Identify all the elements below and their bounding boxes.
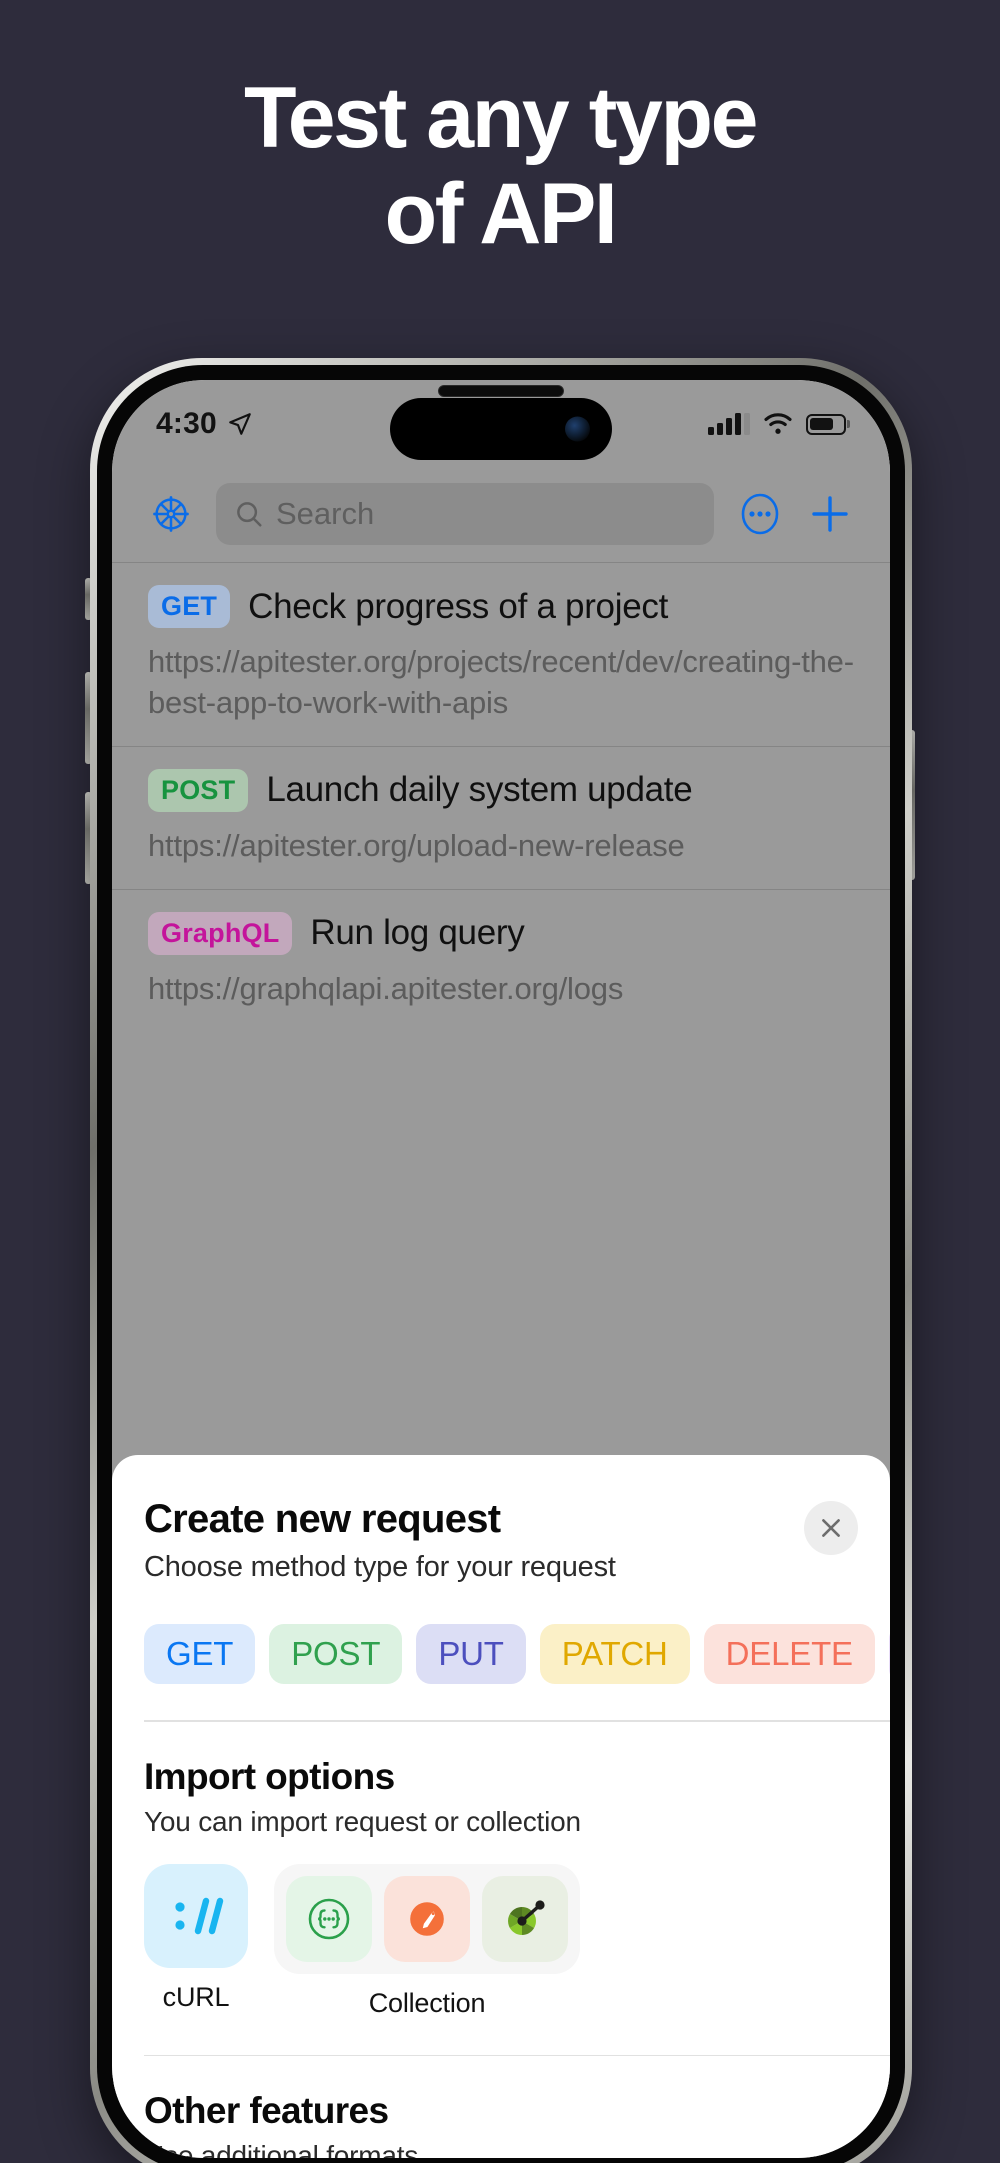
curl-slashes-icon [175,1897,224,1934]
request-url: https://apitester.org/upload-new-release [148,827,685,863]
import-option-label: cURL [162,1981,230,2012]
search-input[interactable]: Search [216,483,714,545]
import-section-title: Import options [144,1755,395,1797]
page-title: Test any type of API [0,70,1000,263]
method-badge: POST [148,768,249,812]
import-section-subtitle: You can import request or collection [144,1805,581,1837]
swagger-icon [508,1899,545,1935]
earpiece-speaker [438,385,564,397]
app-toolbar: Search [112,466,890,562]
method-chip-get[interactable]: GET [144,1624,256,1684]
gear-icon[interactable] [148,491,194,537]
request-title: Launch daily system update [266,770,693,810]
import-option-curl[interactable]: cURL [144,1863,248,2013]
request-title: Run log query [310,913,525,953]
cellular-bars-icon [708,413,750,435]
battery-icon [806,413,846,435]
close-button[interactable] [804,1501,858,1555]
front-camera [565,416,590,442]
list-item[interactable]: GraphQL Run log query https://graphqlapi… [112,888,890,1032]
headline-line-2: of API [384,166,618,263]
method-badge: GraphQL [148,911,293,955]
list-item[interactable]: POST Launch daily system update https://… [112,745,890,889]
method-chip-delete[interactable]: DELETE [703,1624,875,1684]
sheet-subtitle: Choose method type for your request [144,1551,616,1583]
import-options-row: cURL Collection [144,1863,858,2019]
method-badge: GET [148,585,231,628]
phone-bezel: 4:30 Search GET Check progress of a proj… [97,365,905,2163]
wifi-icon [764,413,792,434]
request-url: https://apitester.org/projects/recent/de… [148,644,854,720]
method-chip-put[interactable]: PUT [416,1624,526,1684]
request-url: https://graphqlapi.apitester.org/logs [148,970,624,1006]
other-section-title: Other features [144,2090,389,2131]
method-chip-post[interactable]: POST [269,1624,403,1684]
request-list: GET Check progress of a project https://… [112,562,890,1032]
create-request-sheet: Create new request Choose method type fo… [112,1455,890,2158]
request-title: Check progress of a project [248,586,668,626]
import-option-label: Collection [368,1987,486,2018]
search-placeholder: Search [276,496,375,531]
close-icon [822,1519,840,1537]
collection-option-postman[interactable] [384,1875,470,1962]
status-bar-time: 4:30 [156,407,217,440]
headline-line-1: Test any type [243,70,758,166]
more-circle-icon[interactable] [736,490,784,538]
collection-option-swagger[interactable] [482,1875,568,1962]
search-icon [237,502,262,527]
other-section-subtitle: Use additional formats [144,2140,419,2158]
collection-option-insomnia[interactable] [286,1875,372,1962]
dynamic-island [390,385,612,460]
insomnia-icon [308,1898,350,1939]
method-chip-head[interactable]: HEAD [888,1624,890,1684]
postman-icon [407,1899,447,1938]
location-arrow-icon [229,413,251,435]
list-item[interactable]: GET Check progress of a project https://… [112,562,890,746]
phone-frame: 4:30 Search GET Check progress of a proj… [90,358,912,2163]
sheet-title: Create new request [144,1497,501,1541]
phone-screen: 4:30 Search GET Check progress of a proj… [112,380,890,2158]
import-option-collection: Collection [274,1863,580,2019]
plus-icon[interactable] [806,490,854,538]
method-chip-patch[interactable]: PATCH [539,1624,690,1684]
method-chip-row[interactable]: GET POST PUT PATCH DELETE HEAD [144,1624,890,1684]
promo-screenshot: Test any type of API 4:30 Search GET Che… [0,0,1000,2163]
sheet-header: Create new request Choose method type fo… [144,1455,858,1584]
